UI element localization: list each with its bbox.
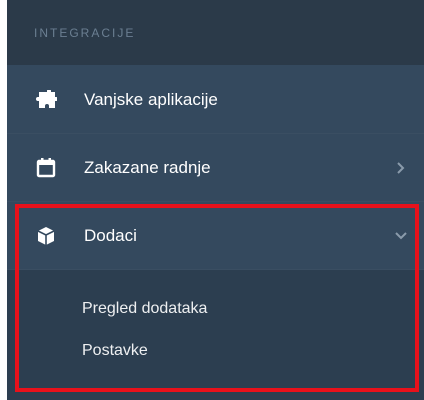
submenu-item-label: Postavke xyxy=(82,342,148,359)
calendar-icon xyxy=(33,156,59,180)
cube-icon xyxy=(33,224,59,248)
sidebar: INTEGRACIJE Vanjske aplikacije Zakazane … xyxy=(7,0,424,400)
submenu-item-settings[interactable]: Postavke xyxy=(7,330,424,372)
submenu-item-label: Pregled dodataka xyxy=(82,300,208,317)
puzzle-icon xyxy=(33,88,59,112)
section-title: INTEGRACIJE xyxy=(34,25,136,40)
sidebar-item-addons[interactable]: Dodaci xyxy=(7,202,424,270)
sidebar-item-label: Vanjske aplikacije xyxy=(84,89,218,109)
chevron-right-icon xyxy=(394,161,408,175)
section-header-integrations: INTEGRACIJE xyxy=(7,0,424,66)
chevron-down-icon xyxy=(394,229,408,243)
addons-submenu: Pregled dodataka Postavke xyxy=(7,270,424,372)
sidebar-item-scheduled-actions[interactable]: Zakazane radnje xyxy=(7,134,424,202)
sidebar-item-label: Zakazane radnje xyxy=(84,157,211,177)
sidebar-item-external-apps[interactable]: Vanjske aplikacije xyxy=(7,66,424,134)
submenu-item-addons-overview[interactable]: Pregled dodataka xyxy=(7,288,424,330)
sidebar-item-label: Dodaci xyxy=(84,225,137,245)
